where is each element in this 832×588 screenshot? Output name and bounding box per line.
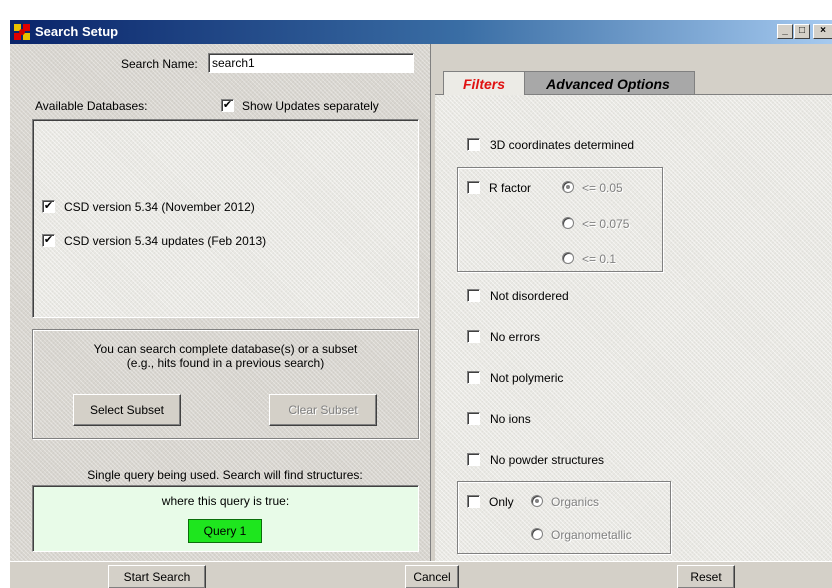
- filter-no-powder-checkbox[interactable]: [467, 453, 480, 466]
- query-1-button[interactable]: Query 1: [188, 519, 262, 543]
- select-subset-button[interactable]: Select Subset: [73, 394, 181, 426]
- database-label-csd: CSD version 5.34 (November 2012): [64, 200, 255, 214]
- bottom-button-bar: Start Search Cancel Reset: [10, 561, 832, 588]
- r-factor-option-005: <= 0.05: [582, 181, 623, 195]
- title-bar[interactable]: Search Setup _ □ ×: [10, 20, 832, 44]
- right-panel: Advanced Options Filters 3D coordinates …: [431, 44, 832, 561]
- database-checkbox-csd[interactable]: ✔: [42, 200, 55, 213]
- query-panel: where this query is true: Query 1: [32, 485, 419, 552]
- filter-r-factor-checkbox[interactable]: [467, 181, 480, 194]
- r-factor-group: R factor <= 0.05 <= 0.075 <= 0.1: [457, 167, 663, 272]
- minimize-button[interactable]: _: [777, 24, 793, 39]
- subset-text-line1: You can search complete database(s) or a…: [93, 342, 358, 356]
- filter-no-powder-label: No powder structures: [490, 453, 605, 467]
- clear-subset-button[interactable]: Clear Subset: [269, 394, 377, 426]
- show-updates-label: Show Updates separately: [242, 99, 379, 113]
- filter-r-factor-label: R factor: [489, 181, 532, 195]
- r-factor-option-01: <= 0.1: [582, 252, 617, 266]
- maximize-button[interactable]: □: [794, 24, 810, 39]
- filter-3d-coords-label: 3D coordinates determined: [490, 138, 635, 152]
- close-button[interactable]: ×: [813, 24, 832, 39]
- show-updates-checkbox[interactable]: ✔: [221, 99, 234, 112]
- tab-filters[interactable]: Filters: [443, 71, 525, 95]
- filter-not-polymeric-checkbox[interactable]: [467, 371, 480, 384]
- left-panel: Search Name: Available Databases: ✔ Show…: [10, 44, 430, 561]
- only-option-organometallic: Organometallic: [551, 528, 632, 542]
- filter-only-checkbox[interactable]: [467, 495, 480, 508]
- only-group: Only Organics Organometallic: [457, 481, 671, 554]
- filter-no-ions-checkbox[interactable]: [467, 412, 480, 425]
- database-label-updates: CSD version 5.34 updates (Feb 2013): [64, 234, 267, 248]
- r-factor-radio-01[interactable]: [562, 252, 574, 264]
- query-info-text: Single query being used. Search will fin…: [87, 468, 363, 482]
- subset-text-line2: (e.g., hits found in a previous search): [126, 356, 325, 370]
- available-databases-label: Available Databases:: [35, 99, 148, 113]
- tab-advanced-options[interactable]: Advanced Options: [521, 71, 695, 95]
- search-setup-window: Search Setup _ □ × Search Name: Availabl…: [9, 19, 832, 588]
- filter-no-errors-label: No errors: [490, 330, 541, 344]
- subset-group: You can search complete database(s) or a…: [32, 329, 419, 439]
- filter-3d-coords-checkbox[interactable]: [467, 138, 480, 151]
- database-checkbox-updates[interactable]: ✔: [42, 234, 55, 247]
- search-name-input[interactable]: [208, 53, 414, 73]
- app-logo-icon: [14, 24, 30, 40]
- start-search-button[interactable]: Start Search: [108, 565, 206, 588]
- filter-no-errors-checkbox[interactable]: [467, 330, 480, 343]
- search-name-label: Search Name:: [121, 57, 198, 71]
- filter-only-label: Only: [489, 495, 514, 509]
- filters-panel: 3D coordinates determined R factor <= 0.…: [435, 94, 832, 561]
- only-option-organics: Organics: [551, 495, 600, 509]
- window-title: Search Setup: [35, 24, 119, 39]
- checkmark-icon: ✔: [43, 234, 54, 246]
- query-condition-text: where this query is true:: [161, 494, 290, 508]
- only-radio-organometallic[interactable]: [531, 528, 543, 540]
- cancel-button[interactable]: Cancel: [405, 565, 459, 588]
- r-factor-option-0075: <= 0.075: [582, 217, 630, 231]
- checkmark-icon: ✔: [222, 99, 233, 111]
- filter-not-polymeric-label: Not polymeric: [490, 371, 564, 385]
- only-radio-organics[interactable]: [531, 495, 543, 507]
- tab-advanced-options-label: Advanced Options: [546, 76, 670, 92]
- close-icon: ×: [820, 25, 826, 36]
- checkmark-icon: ✔: [43, 200, 54, 212]
- tab-filters-label: Filters: [462, 76, 505, 92]
- filter-not-disordered-checkbox[interactable]: [467, 289, 480, 302]
- filter-not-disordered-label: Not disordered: [490, 289, 569, 303]
- filter-no-ions-label: No ions: [490, 412, 531, 426]
- r-factor-radio-0075[interactable]: [562, 217, 574, 229]
- minimize-icon: _: [782, 25, 788, 36]
- database-list[interactable]: ✔ CSD version 5.34 (November 2012) ✔ CSD…: [32, 119, 419, 318]
- maximize-icon: □: [798, 25, 806, 36]
- reset-button[interactable]: Reset: [677, 565, 735, 588]
- r-factor-radio-005[interactable]: [562, 181, 574, 193]
